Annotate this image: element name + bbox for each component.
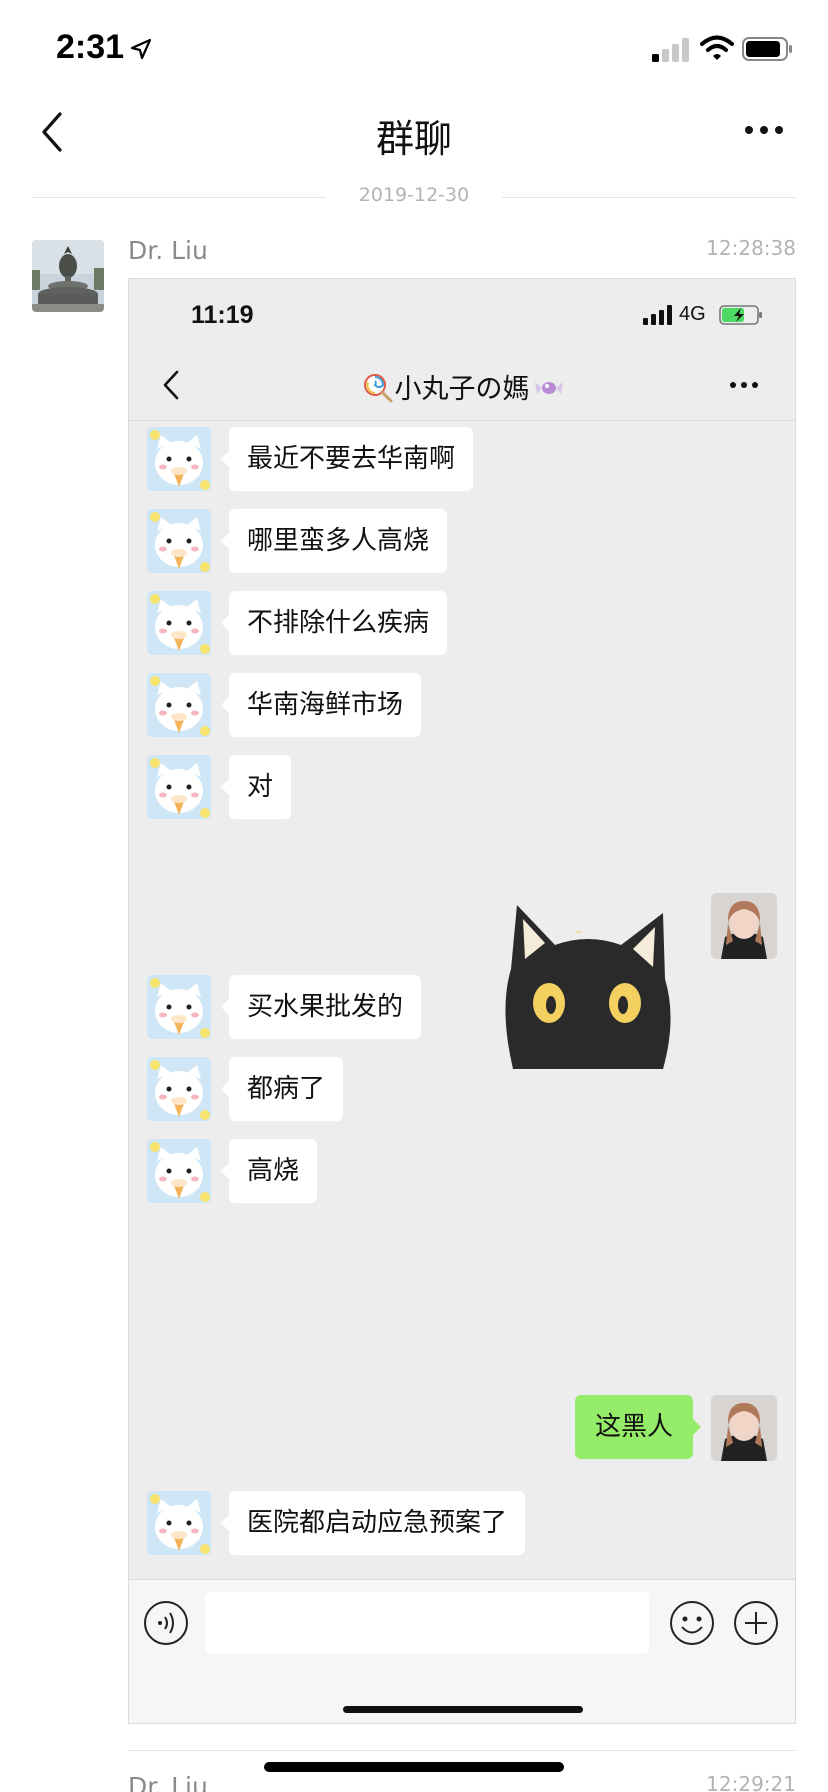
message-row: 买水果批发的 (129, 975, 795, 1041)
wifi-icon (700, 35, 734, 60)
screenshot-status-bar: 11:19 4G (129, 279, 795, 349)
white-cat-avatar-icon (147, 427, 211, 491)
message-bubble: 最近不要去华南啊 (220, 427, 474, 491)
sender-name: Dr. Liu (128, 236, 208, 265)
voice-input-icon (144, 1601, 188, 1645)
message-row: 最近不要去华南啊 (129, 427, 795, 493)
fountain-photo-icon (32, 240, 104, 312)
message-bubble: 医院都启动应急预案了 (220, 1491, 526, 1555)
nav-bar: 群聊 (0, 90, 828, 176)
message-bubble: 都病了 (220, 1057, 344, 1121)
sender-name: Dr. Liu (128, 1772, 208, 1792)
sender-avatar[interactable] (32, 240, 104, 312)
battery-icon (742, 37, 792, 61)
white-cat-avatar-icon (147, 975, 211, 1039)
more-options-icon (730, 382, 758, 388)
message-bubble: 不排除什么疾病 (220, 591, 448, 655)
message-separator (128, 1750, 796, 1751)
message-row: 华南海鲜市场 (129, 673, 795, 739)
message-bubble: 对 (220, 755, 292, 819)
message-bubble: 华南海鲜市场 (220, 673, 422, 737)
message-row: 高烧 (129, 1139, 795, 1205)
white-cat-avatar-icon (147, 673, 211, 737)
date-divider: 2019-12-30 (32, 182, 796, 212)
divider-line (502, 197, 796, 198)
chat-screenshot-image[interactable]: 11:19 4G 小丸子の媽 最近不要去华南啊 哪里蛮多人高烧 不排除什么疾病 … (128, 278, 796, 1724)
message-row: 都病了 (129, 1057, 795, 1123)
white-cat-avatar-icon (147, 591, 211, 655)
message-row: 医院都启动应急预案了 (129, 1491, 795, 1557)
page-title: 群聊 (375, 117, 452, 161)
message-time: 12:28:38 (706, 236, 796, 260)
white-cat-avatar-icon (147, 1139, 211, 1203)
message-bubble: 高烧 (220, 1139, 318, 1203)
candy-icon (534, 382, 563, 394)
white-cat-avatar-icon (147, 755, 211, 819)
message-time: 12:29:21 (706, 1772, 796, 1792)
svg-text:~: ~ (575, 927, 583, 938)
cellular-signal-icon (652, 38, 689, 62)
message-row: 对 (129, 755, 795, 821)
white-cat-avatar-icon (147, 509, 211, 573)
screenshot-chat-title-text: 小丸子の媽 (394, 374, 530, 405)
lollipop-icon (363, 374, 392, 403)
location-arrow-icon (130, 38, 152, 60)
screenshot-home-indicator (343, 1706, 583, 1713)
cellular-signal-icon (643, 305, 672, 325)
plus-icon (734, 1601, 778, 1645)
message-bubble: 买水果批发的 (220, 975, 422, 1039)
emoji-icon (670, 1601, 714, 1645)
battery-charging-icon (719, 305, 762, 325)
status-bar: 2:31 (0, 0, 828, 90)
screenshot-status-time: 11:19 (191, 301, 254, 329)
status-time: 2:31 (56, 28, 125, 66)
date-label: 2019-12-30 (358, 184, 470, 206)
message-row: 哪里蛮多人高烧 (129, 509, 795, 575)
white-cat-avatar-icon (147, 1491, 211, 1555)
message-bubble: 哪里蛮多人高烧 (220, 509, 448, 573)
white-cat-avatar-icon (147, 1057, 211, 1121)
screenshot-input-bar (129, 1579, 795, 1723)
screenshot-nav-bar: 小丸子の媽 (129, 349, 795, 421)
self-avatar (711, 1395, 777, 1461)
home-indicator[interactable] (264, 1762, 564, 1772)
self-avatar (711, 893, 777, 959)
message-bubble-self: 这黑人 (574, 1395, 702, 1459)
message-row: 不排除什么疾病 (129, 591, 795, 657)
screenshot-message-input (205, 1592, 649, 1654)
screenshot-chat-title: 小丸子の媽 (129, 367, 795, 406)
more-options-icon[interactable] (744, 122, 784, 138)
network-type: 4G (679, 303, 706, 325)
